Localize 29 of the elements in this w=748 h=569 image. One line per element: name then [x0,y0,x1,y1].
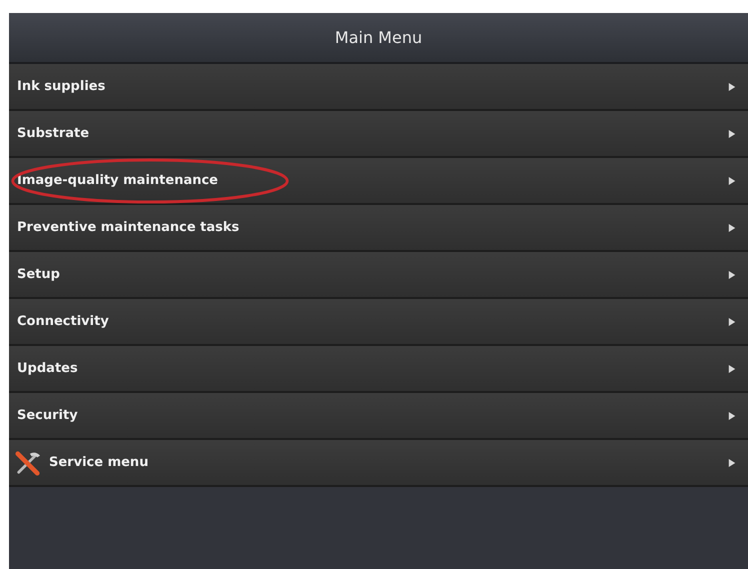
arrow-icon [728,176,736,186]
arrow-icon [728,82,736,92]
menu-item-label: Setup [16,267,60,282]
menu-item[interactable]: Ink supplies [9,64,748,111]
menu-item-label: Preventive maintenance tasks [16,220,240,235]
menu-item-label: Service menu [48,455,148,470]
menu-item[interactable]: Service menu [9,440,748,487]
menu-item[interactable]: Setup [9,252,748,299]
arrow-icon [728,128,736,138]
arrow-icon [728,458,736,468]
menu-item-label: Updates [16,361,78,376]
menu-item[interactable]: Image-quality maintenance [9,158,748,205]
arrow-icon [728,364,736,374]
menu-item-label: Connectivity [16,314,109,329]
arrow-icon [728,222,736,232]
menu-item[interactable]: Substrate [9,111,748,158]
menu-item[interactable]: Updates [9,346,748,393]
arrow-icon [728,316,736,326]
menu-item-label: Security [16,408,78,423]
menu-item-label: Image-quality maintenance [16,173,218,188]
arrow-icon [728,270,736,280]
menu-item[interactable]: Preventive maintenance tasks [9,205,748,252]
menu-item[interactable]: Connectivity [9,299,748,346]
menu-item-label: Ink supplies [16,79,106,94]
tools-icon [15,450,41,476]
menu-item-label: Substrate [16,126,90,141]
arrow-icon [728,410,736,420]
screen-title: Main Menu [334,28,422,47]
menu-item[interactable]: Security [9,393,748,440]
